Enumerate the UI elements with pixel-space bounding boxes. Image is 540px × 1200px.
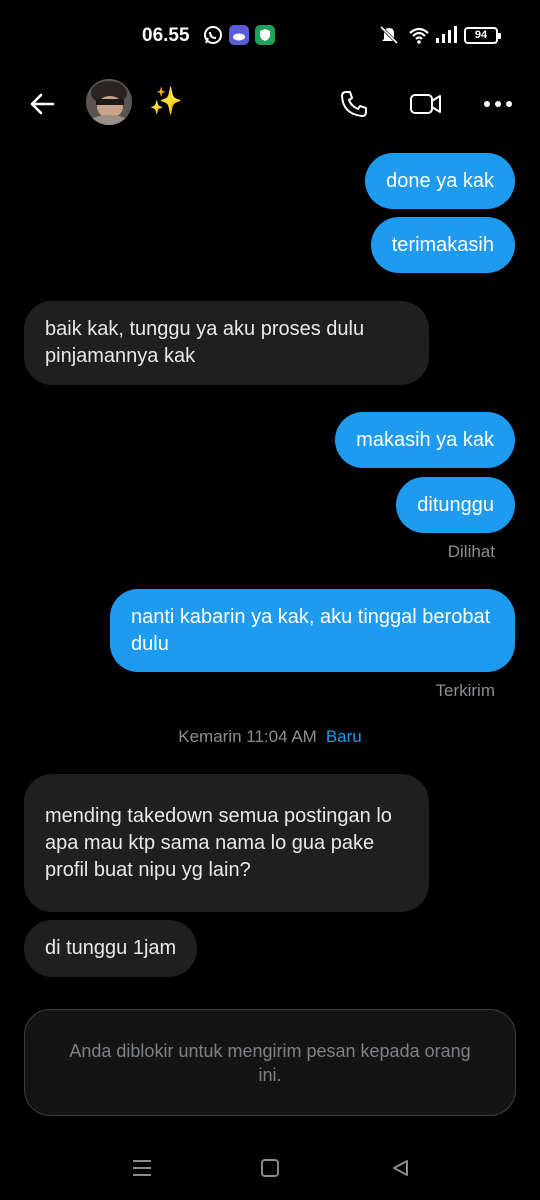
message-text: terimakasih [391, 233, 494, 256]
battery-level: 94 [474, 29, 488, 41]
avatar-image [86, 79, 132, 125]
phone-icon [341, 91, 367, 117]
new-messages-label: Baru [325, 727, 362, 746]
blocked-notice: Anda diblokir untuk mengirim pesan kepad… [24, 1009, 516, 1116]
status-time: 06.55 [142, 25, 190, 46]
more-options-button[interactable] [478, 86, 518, 122]
more-icon [484, 101, 512, 107]
message-bubble-incoming[interactable]: mending takedown semua postingan lo apa … [24, 774, 429, 912]
video-call-button[interactable] [406, 86, 446, 122]
conversation-header: ✨ [0, 70, 540, 136]
message-timestamp: Kemarin 11:04 AM Baru [0, 727, 540, 747]
square-icon [261, 1159, 279, 1177]
video-icon [410, 94, 441, 114]
message-text: ditunggu [417, 493, 494, 516]
mute-icon [379, 25, 399, 45]
message-text: done ya kak [386, 169, 494, 192]
message-bubble-outgoing[interactable]: ditunggu [396, 477, 515, 533]
message-bubble-outgoing[interactable]: terimakasih [370, 217, 515, 273]
system-nav-bar [0, 1140, 540, 1200]
message-bubble-outgoing[interactable]: makasih ya kak [335, 412, 515, 468]
recent-apps-button[interactable] [122, 1152, 162, 1184]
blocked-notice-text: Anda diblokir untuk mengirim pesan kepad… [69, 1040, 471, 1085]
message-text: makasih ya kak [356, 428, 494, 451]
message-text: mending takedown semua postingan lo apa … [45, 804, 392, 881]
message-bubble-incoming[interactable]: di tunggu 1jam [24, 920, 198, 977]
system-back-button[interactable] [380, 1152, 420, 1184]
triangle-back-icon [393, 1160, 408, 1176]
message-text: nanti kabarin ya kak, aku tinggal beroba… [131, 605, 491, 655]
menu-lines-icon [133, 1160, 151, 1176]
back-arrow-icon [30, 93, 55, 115]
signal-icon [436, 26, 457, 43]
read-receipt: Dilihat [447, 542, 495, 561]
weather-app-icon [229, 25, 249, 45]
contact-name[interactable]: ✨ [149, 86, 183, 116]
home-button[interactable] [250, 1152, 290, 1184]
security-app-icon [255, 25, 275, 45]
wifi-icon [409, 27, 429, 44]
timestamp-text: Kemarin 11:04 AM [178, 727, 317, 746]
whatsapp-icon [204, 26, 222, 44]
sent-receipt: Terkirim [435, 681, 496, 700]
message-bubble-outgoing[interactable]: done ya kak [365, 153, 515, 209]
avatar[interactable] [86, 79, 132, 125]
message-text: di tunggu 1jam [45, 937, 177, 959]
status-bar: 06.55 94 [0, 0, 540, 70]
back-button[interactable] [22, 84, 62, 124]
battery-indicator: 94 [464, 27, 501, 44]
message-text: baik kak, tunggu ya aku proses dulu pinj… [45, 318, 365, 367]
call-button[interactable] [336, 86, 372, 122]
message-bubble-incoming[interactable]: baik kak, tunggu ya aku proses dulu pinj… [24, 301, 429, 385]
message-bubble-outgoing[interactable]: nanti kabarin ya kak, aku tinggal beroba… [110, 589, 515, 672]
